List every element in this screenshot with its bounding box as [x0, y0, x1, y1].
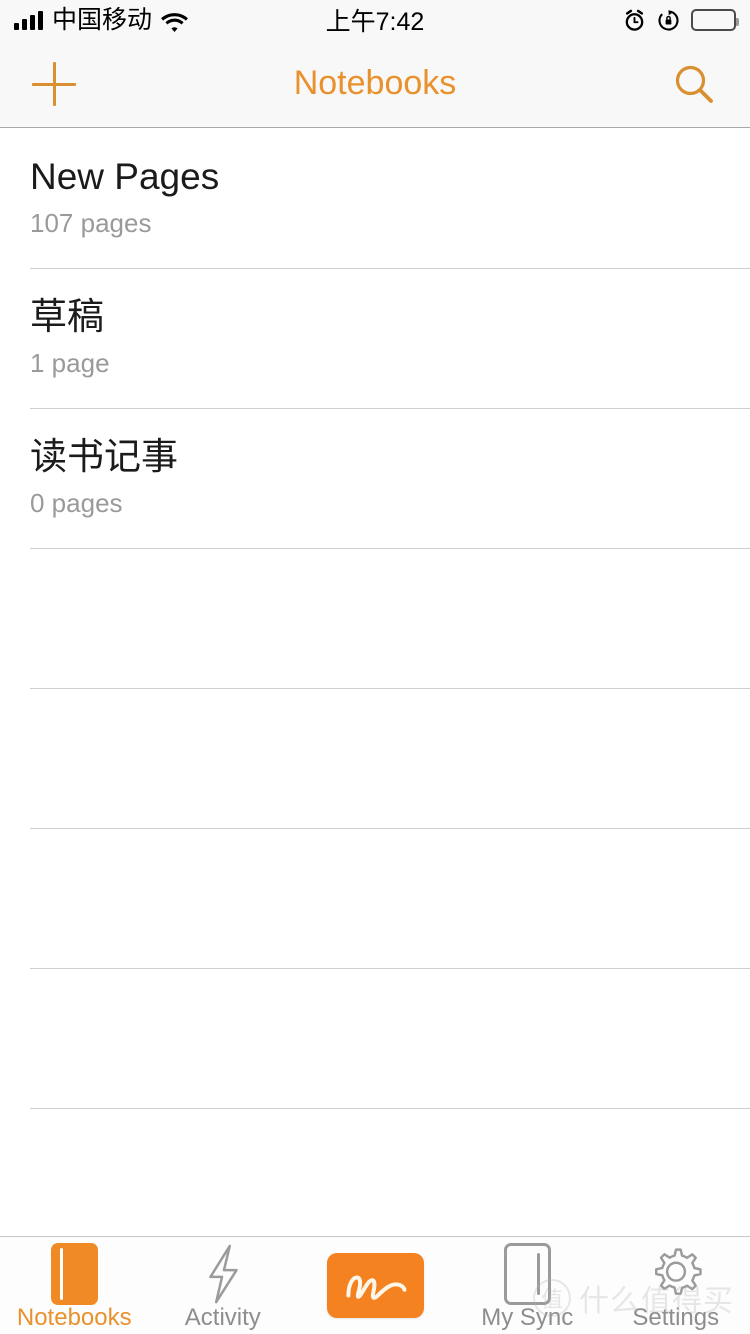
tab-notebooks[interactable]: Notebooks: [0, 1237, 149, 1334]
notebook-title: 读书记事: [30, 436, 178, 477]
notebook-list[interactable]: New Pages 107 pages 草稿 1 page 读书记事 0 pag…: [0, 129, 750, 1236]
alarm-clock-icon: [623, 9, 646, 32]
add-notebook-button[interactable]: [18, 40, 90, 128]
book-filled-icon: [50, 1242, 98, 1305]
search-icon: [672, 62, 716, 106]
gear-icon: [646, 1246, 706, 1302]
empty-row: [0, 829, 750, 969]
status-bar: 中国移动 上午7:42: [0, 0, 750, 40]
lightning-bolt-icon: [203, 1244, 243, 1303]
list-item[interactable]: 草稿 1 page: [0, 269, 750, 409]
app-screen: 中国移动 上午7:42 Notebooks New Pages 107 page…: [0, 0, 750, 1334]
tab-label: Activity: [184, 1303, 261, 1331]
notebook-page-count: 107 pages: [30, 207, 152, 238]
neo-logo-icon: [326, 1253, 424, 1318]
rotation-lock-icon: [657, 9, 680, 32]
plus-icon: [32, 62, 76, 106]
list-item[interactable]: 读书记事 0 pages: [0, 409, 750, 549]
tab-activity[interactable]: Activity: [149, 1237, 298, 1334]
tab-label: Notebooks: [16, 1303, 132, 1331]
tab-settings[interactable]: Settings: [601, 1237, 750, 1334]
tab-new-note[interactable]: [297, 1237, 453, 1334]
tab-my-sync[interactable]: My Sync: [453, 1237, 602, 1334]
empty-row: [0, 689, 750, 829]
list-item[interactable]: New Pages 107 pages: [0, 129, 750, 269]
notebook-outline-icon: [503, 1242, 551, 1305]
tab-label: Settings: [632, 1303, 720, 1331]
notebook-page-count: 0 pages: [30, 487, 123, 518]
notebook-title: New Pages: [30, 156, 220, 197]
notebook-title: 草稿: [30, 296, 104, 337]
search-button[interactable]: [658, 40, 730, 128]
empty-row: [0, 1109, 750, 1236]
tab-bar: Notebooks Activity My Sync Settings: [0, 1236, 750, 1334]
tab-label: My Sync: [481, 1303, 574, 1331]
navigation-bar: Notebooks: [0, 40, 750, 128]
notebook-page-count: 1 page: [30, 347, 110, 378]
empty-row: [0, 549, 750, 689]
status-bar-right: [623, 9, 739, 32]
empty-row: [0, 969, 750, 1109]
battery-full-icon: [691, 9, 739, 31]
page-title: Notebooks: [293, 64, 457, 102]
